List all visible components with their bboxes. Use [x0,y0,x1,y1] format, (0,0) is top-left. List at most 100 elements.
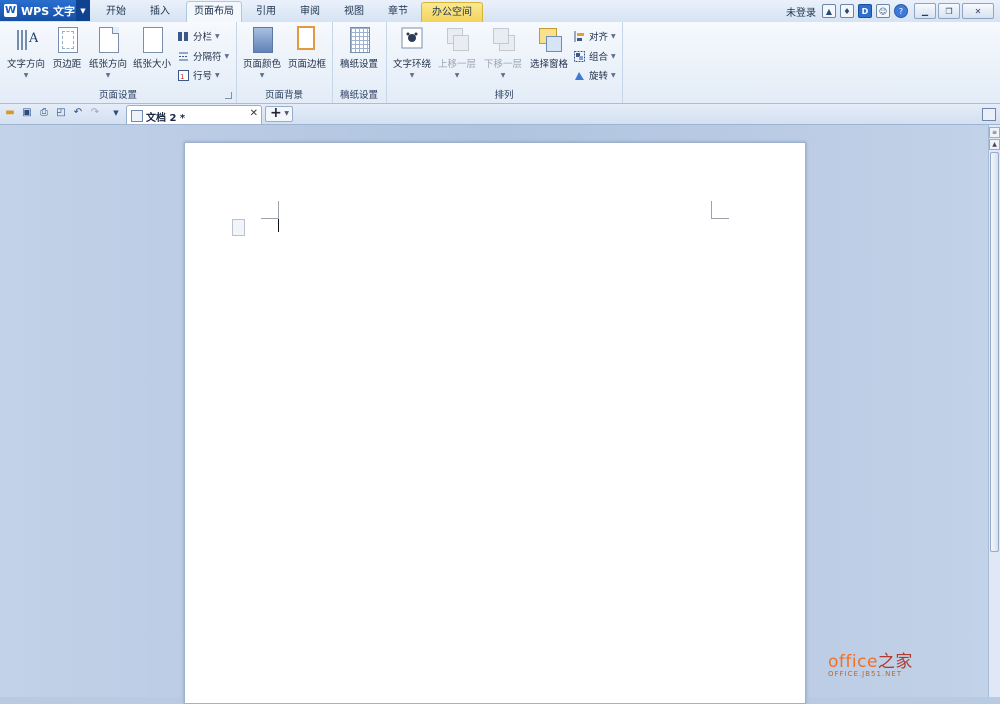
paste-options-icon[interactable] [232,219,245,236]
tab-sections[interactable]: 章节 [378,2,418,22]
paper-size-label: 纸张大小 [132,59,171,70]
page-border-label: 页面边框 [287,59,326,70]
margin-corner-top-right [711,201,729,219]
watermark-sub: OFFICE.JB51.NET [828,670,903,678]
plus-icon: + [270,105,282,121]
orientation-button[interactable]: 纸张方向 ▼ [88,26,128,79]
manuscript-settings-button[interactable]: 稿纸设置 [338,26,380,70]
chevron-down-icon: ▼ [259,72,265,79]
title-bar: W WPS 文字 ▼ 开始 插入 页面布局 引用 审阅 视图 章节 办公空间 未… [0,0,1000,23]
undo-icon[interactable]: ↶ [72,107,84,119]
breaks-button[interactable]: 分隔符 ▼ [178,49,229,63]
group-icon [574,50,585,62]
text-direction-label: 文字方向 [6,59,45,70]
paper-size-button[interactable]: 纸张大小 [132,26,172,70]
redo-icon[interactable]: ↷ [89,107,101,119]
chevron-down-icon: ▼ [611,52,616,60]
save-icon[interactable]: ▣ [21,107,33,119]
line-numbers-label: 行号 [193,71,213,82]
restore-button[interactable]: ❐ [938,3,960,19]
tab-office-space[interactable]: 办公空间 [421,2,483,23]
text-direction-button[interactable]: A 文字方向 ▼ [6,26,46,79]
group-label: 组合 [589,52,609,63]
selection-pane-button[interactable]: 选择窗格 [528,26,570,70]
tab-home[interactable]: 开始 [96,2,136,22]
tab-review[interactable]: 审阅 [290,2,330,22]
scroll-thumb[interactable] [990,152,999,552]
rotate-label: 旋转 [589,71,609,82]
orientation-icon [96,26,120,53]
chevron-down-icon[interactable]: ▼ [284,110,289,117]
group-label-manuscript: 稿纸设置 [339,90,378,101]
group-arrange: 文字环绕 ▼ 上移一层 ▼ 下移一层 ▼ 选择窗格 对齐 ▼ 组合 ▼ 旋转 ▼… [386,22,623,103]
paper-size-icon [140,26,164,53]
user-icon[interactable]: ☺ [876,4,890,18]
align-button[interactable]: 对齐 ▼ [574,29,616,43]
line-numbers-button[interactable]: 1 行号 ▼ [178,68,220,82]
chevron-down-icon: ▼ [105,72,111,79]
tab-page-layout[interactable]: 页面布局 [186,1,242,23]
text-cursor [278,219,279,232]
close-button[interactable]: ✕ [962,3,994,19]
chevron-down-icon: ▼ [215,71,220,79]
tab-references[interactable]: 引用 [246,2,286,22]
customize-toolbar-icon[interactable]: ▼ [110,107,122,119]
print-icon[interactable]: ⎙ [38,107,50,119]
vertical-scrollbar[interactable]: ≡ ▲ [988,125,1000,697]
selection-pane-label: 选择窗格 [529,59,568,70]
margins-icon [55,26,79,53]
document-tab-bar: ▬ ▣ ⎙ ◰ ↶ ↷ ▼ 文档 2 * ✕ + ▼ [0,104,1000,125]
margins-button[interactable]: 页边距 [50,26,84,70]
breaks-label: 分隔符 [193,52,222,63]
dialog-launcher-icon[interactable] [225,92,232,99]
page-border-icon [295,26,319,52]
d-icon[interactable]: D [858,4,872,18]
margins-label: 页边距 [52,59,82,70]
chevron-down-icon: ▼ [224,52,230,60]
split-view-icon[interactable]: ≡ [989,127,1000,138]
page-color-icon [250,26,274,53]
chevron-down-icon[interactable]: ▼ [76,0,90,21]
text-wrap-label: 文字环绕 [392,59,431,70]
page-border-button[interactable]: 页面边框 [286,26,328,70]
open-folder-icon[interactable]: ▬ [4,107,16,119]
login-link[interactable]: 未登录 [786,4,816,19]
watermark-main: office [828,652,878,672]
window-layout-icon[interactable] [982,108,996,121]
tab-insert[interactable]: 插入 [140,2,180,22]
tab-view[interactable]: 视图 [334,2,374,22]
app-menu-button[interactable]: W WPS 文字 ▼ [0,0,90,21]
chevron-down-icon: ▼ [409,72,415,79]
collapse-ribbon-icon[interactable]: ▲ [822,4,836,18]
print-preview-icon[interactable]: ◰ [55,107,67,119]
help-icon[interactable]: ? [894,4,908,18]
align-icon [574,30,585,42]
close-tab-icon[interactable]: ✕ [250,108,258,119]
group-button[interactable]: 组合 ▼ [574,49,616,63]
new-tab-button[interactable]: + ▼ [265,105,293,122]
group-page-setup: A 文字方向 ▼ 页边距 纸张方向 ▼ 纸张大小 分栏 ▼ 分隔符 ▼ 1 行号… [0,22,237,103]
rotate-button[interactable]: 旋转 ▼ [574,68,616,82]
chevron-down-icon: ▼ [454,72,460,79]
columns-button[interactable]: 分栏 ▼ [178,29,220,43]
scroll-up-icon[interactable]: ▲ [989,139,1000,150]
send-backward-icon [491,26,515,52]
ribbon: A 文字方向 ▼ 页边距 纸张方向 ▼ 纸张大小 分栏 ▼ 分隔符 ▼ 1 行号… [0,22,1000,104]
bring-forward-button[interactable]: 上移一层 ▼ [436,26,478,79]
skin-icon[interactable]: ♦ [840,4,854,18]
document-page[interactable] [184,142,806,704]
send-backward-button[interactable]: 下移一层 ▼ [482,26,524,79]
group-manuscript: 稿纸设置 稿纸设置 [332,22,387,103]
text-wrap-button[interactable]: 文字环绕 ▼ [392,26,432,79]
page-color-button[interactable]: 页面颜色 ▼ [242,26,282,79]
chevron-down-icon: ▼ [500,72,506,79]
document-icon [131,110,143,122]
group-label-page-background: 页面背景 [264,90,303,101]
document-tab[interactable]: 文档 2 * ✕ [126,105,262,124]
manuscript-grid-icon [347,26,371,53]
minimize-button[interactable]: ▁ [914,3,936,19]
orientation-label: 纸张方向 [88,59,127,70]
watermark-main-cn: 之家 [877,652,913,672]
text-direction-icon: A [14,26,39,52]
chevron-down-icon: ▼ [215,32,220,40]
